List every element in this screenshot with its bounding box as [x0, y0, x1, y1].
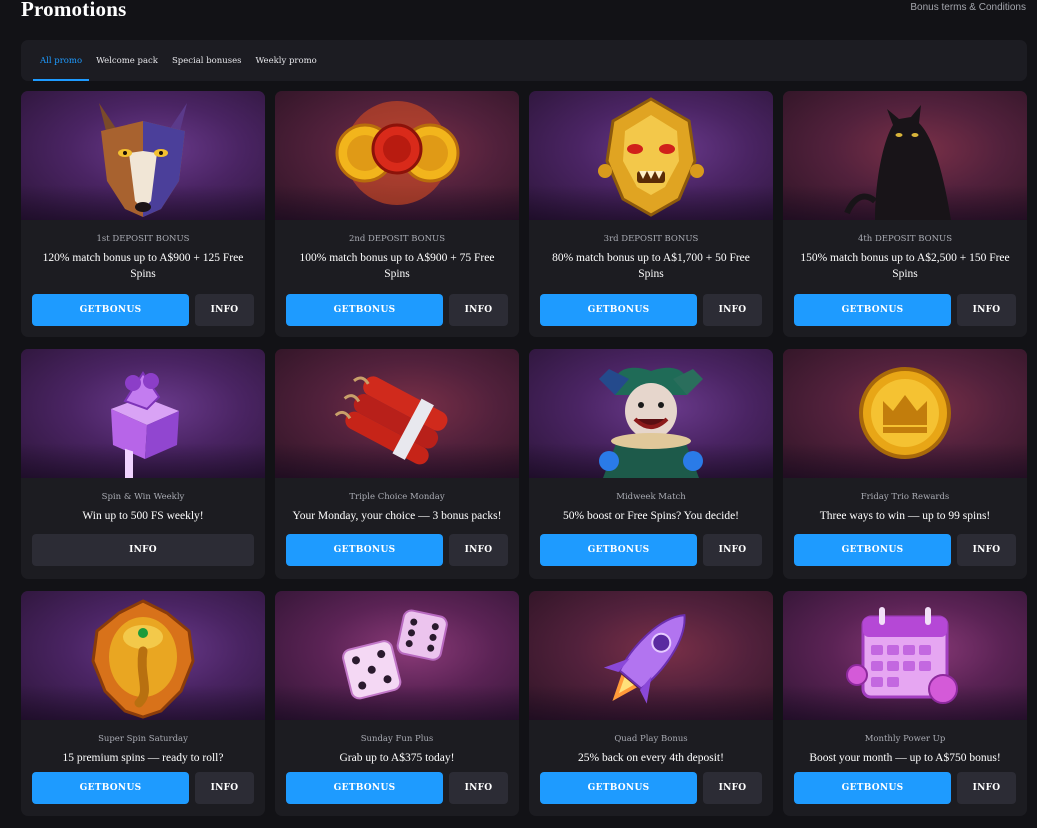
promo-category: Spin & Win Weekly	[101, 492, 185, 502]
promo-category: Super Spin Saturday	[98, 734, 188, 744]
promo-description: 15 premium spins — ready to roll?	[62, 752, 224, 764]
promo-art	[21, 591, 265, 720]
gift-box-icon	[111, 371, 179, 478]
info-button[interactable]: INFO	[957, 772, 1016, 804]
info-button[interactable]: INFO	[957, 294, 1016, 326]
get-bonus-button[interactable]: GETBONUS	[286, 294, 443, 326]
promo-card: Spin & Win Weekly Win up to 500 FS weekl…	[21, 349, 265, 579]
info-button[interactable]: INFO	[703, 772, 762, 804]
promo-card: Friday Trio Rewards Three ways to win — …	[783, 349, 1027, 579]
info-button[interactable]: INFO	[449, 772, 508, 804]
promo-card: 2nd DEPOSIT BONUS 100% match bonus up to…	[275, 91, 519, 337]
get-bonus-button[interactable]: GETBONUS	[540, 772, 697, 804]
promo-category: 1st DEPOSIT BONUS	[96, 234, 190, 244]
promo-category: Friday Trio Rewards	[860, 492, 950, 502]
get-bonus-button[interactable]: GETBONUS	[286, 772, 443, 804]
get-bonus-button[interactable]: GETBONUS	[794, 772, 951, 804]
tab-welcome-pack[interactable]: Welcome pack	[89, 40, 165, 81]
promo-art	[275, 91, 519, 220]
promo-category: 2nd DEPOSIT BONUS	[348, 234, 446, 244]
promo-card: 4th DEPOSIT BONUS 150% match bonus up to…	[783, 91, 1027, 337]
get-bonus-button[interactable]: GETBONUS	[32, 294, 189, 326]
promo-art	[21, 349, 265, 478]
promo-category: Monthly Power Up	[864, 734, 946, 744]
info-button[interactable]: INFO	[703, 294, 762, 326]
promo-art	[783, 91, 1027, 220]
golden-dragon-mask-icon	[598, 97, 704, 217]
info-button[interactable]: INFO	[195, 772, 254, 804]
tab-all-promo[interactable]: All promo	[33, 40, 90, 81]
promo-category: 3rd DEPOSIT BONUS	[603, 234, 699, 244]
promotions-page: Promotions Bonus terms & Conditions All …	[0, 0, 1037, 828]
black-panther-icon	[844, 105, 951, 220]
info-button[interactable]: INFO	[32, 534, 254, 566]
promo-description: 80% match bonus up to A$1,700 + 50 Free …	[552, 252, 750, 280]
promo-card: Quad Play Bonus 25% back on every 4th de…	[529, 591, 773, 816]
get-bonus-button[interactable]: GETBONUS	[286, 534, 443, 566]
promo-category: Triple Choice Monday	[349, 492, 445, 502]
promo-description: Your Monday, your choice — 3 bonus packs…	[292, 510, 502, 522]
promo-category: Midweek Match	[616, 492, 686, 502]
tab-special-bonuses[interactable]: Special bonuses	[165, 40, 249, 81]
promo-card: Super Spin Saturday 15 premium spins — r…	[21, 591, 265, 816]
promo-art	[21, 91, 265, 220]
promo-art	[275, 349, 519, 478]
jester-icon	[599, 367, 703, 478]
ganesha-icon	[91, 599, 195, 719]
promo-description: 25% back on every 4th deposit!	[578, 752, 724, 764]
promo-description: 50% boost or Free Spins? You decide!	[563, 510, 739, 522]
promo-description: Boost your month — up to A$750 bonus!	[809, 752, 1001, 764]
promo-art	[529, 349, 773, 478]
promo-tabs: All promo Welcome pack Special bonuses W…	[21, 40, 1027, 81]
promo-art	[529, 591, 773, 720]
rocket-icon	[603, 614, 686, 704]
promo-card: Triple Choice Monday Your Monday, your c…	[275, 349, 519, 579]
dynamite-icon	[334, 376, 448, 465]
info-button[interactable]: INFO	[449, 294, 508, 326]
info-button[interactable]: INFO	[449, 534, 508, 566]
promo-card: Monthly Power Up Boost your month — up t…	[783, 591, 1027, 816]
promo-description: Win up to 500 FS weekly!	[82, 510, 204, 522]
promo-card: Sunday Fun Plus Grab up to A$375 today! …	[275, 591, 519, 816]
wolf-icon	[99, 103, 187, 217]
promo-description: 120% match bonus up to A$900 + 125 Free …	[42, 252, 244, 280]
promo-description: Grab up to A$375 today!	[339, 752, 455, 764]
get-bonus-button[interactable]: GETBONUS	[540, 534, 697, 566]
get-bonus-button[interactable]: GETBONUS	[32, 772, 189, 804]
promo-art	[529, 91, 773, 220]
calendar-icon	[846, 607, 958, 704]
info-button[interactable]: INFO	[957, 534, 1016, 566]
crown-coin-icon	[859, 367, 951, 459]
page-title: Promotions	[21, 0, 127, 21]
promo-card: 3rd DEPOSIT BONUS 80% match bonus up to …	[529, 91, 773, 337]
get-bonus-button[interactable]: GETBONUS	[540, 294, 697, 326]
get-bonus-button[interactable]: GETBONUS	[794, 294, 951, 326]
promo-card: Midweek Match 50% boost or Free Spins? Y…	[529, 349, 773, 579]
promo-category: Quad Play Bonus	[614, 734, 688, 744]
promo-category: 4th DEPOSIT BONUS	[857, 234, 953, 244]
info-button[interactable]: INFO	[195, 294, 254, 326]
promo-description: 100% match bonus up to A$900 + 75 Free S…	[299, 252, 495, 280]
info-button[interactable]: INFO	[703, 534, 762, 566]
promo-description: Three ways to win — up to 99 spins!	[819, 510, 991, 522]
promo-art	[275, 591, 519, 720]
promo-category: Sunday Fun Plus	[360, 734, 434, 744]
promo-art	[783, 591, 1027, 720]
promo-card: 1st DEPOSIT BONUS 120% match bonus up to…	[21, 91, 265, 337]
tab-weekly-promo[interactable]: Weekly promo	[249, 40, 324, 81]
bonus-terms-link[interactable]: Bonus terms & Conditions	[910, 2, 1026, 13]
get-bonus-button[interactable]: GETBONUS	[794, 534, 951, 566]
promo-description: 150% match bonus up to A$2,500 + 150 Fre…	[800, 252, 1010, 280]
promo-grid: 1st DEPOSIT BONUS 120% match bonus up to…	[21, 91, 1027, 816]
promo-art	[783, 349, 1027, 478]
dice-icon	[342, 609, 448, 700]
coins-icon	[335, 101, 460, 205]
